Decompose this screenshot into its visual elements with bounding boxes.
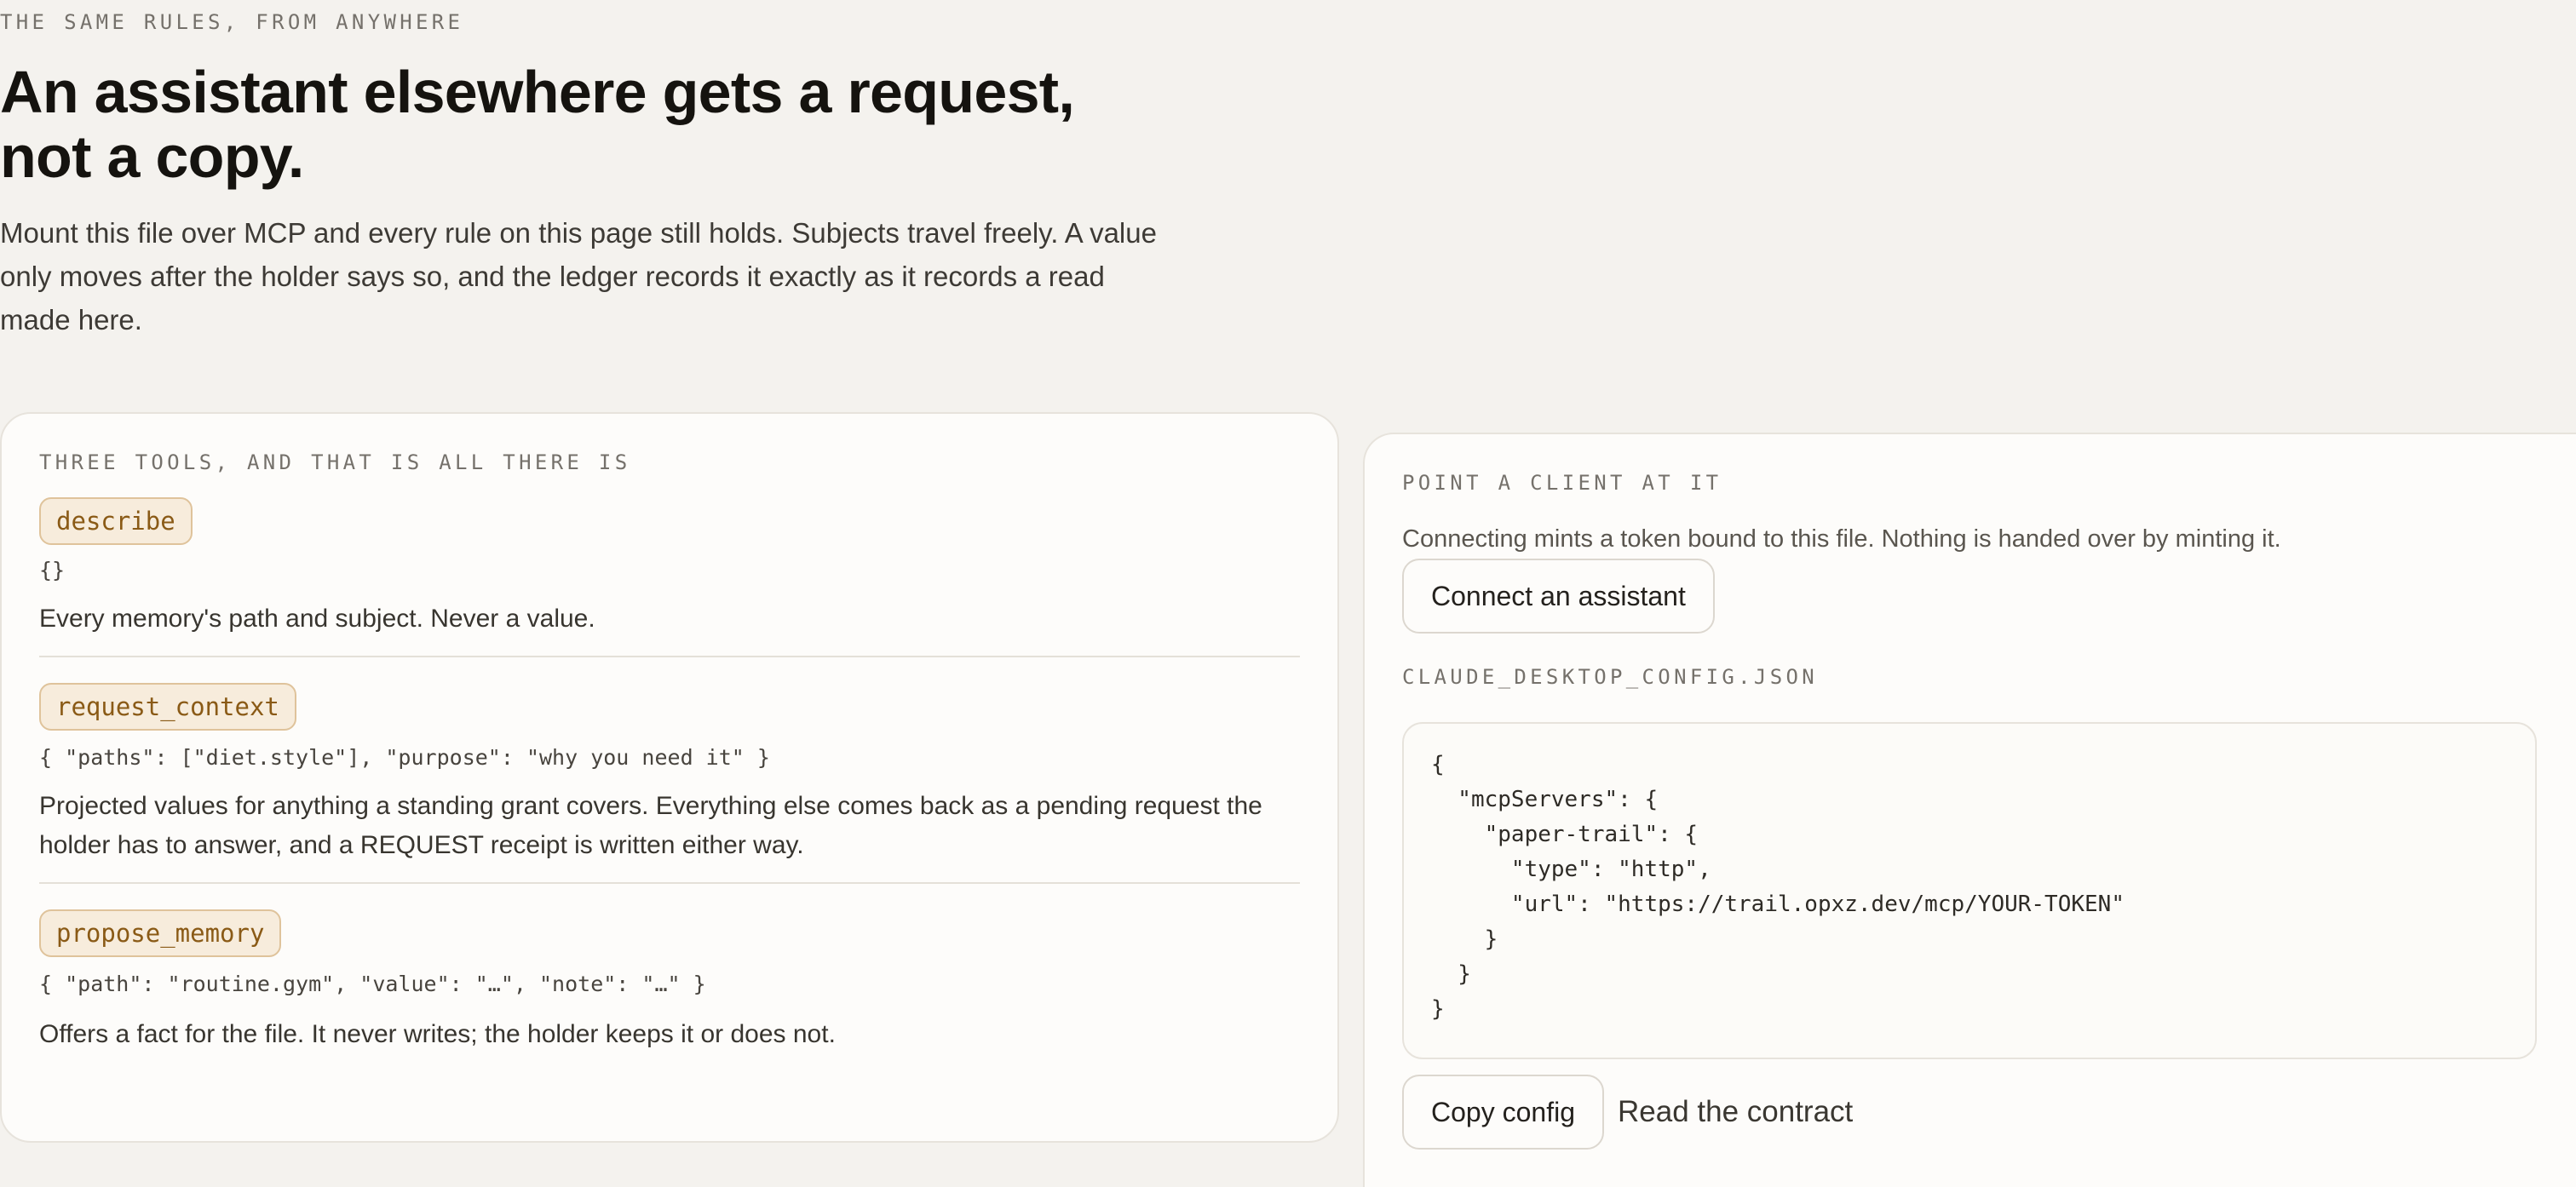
tool-request-context: request_context { "paths": ["diet.style"…: [39, 683, 1300, 865]
config-file-label: CLAUDE_DESKTOP_CONFIG.JSON: [1402, 665, 1818, 689]
read-contract-link[interactable]: Read the contract: [1618, 1095, 1853, 1129]
tool-name-badge: propose_memory: [39, 909, 282, 957]
tool-divider: [39, 882, 1300, 884]
tools-card-eyebrow: THREE TOOLS, AND THAT IS ALL THERE IS: [39, 450, 631, 474]
client-card-subtitle: Connecting mints a token bound to this f…: [1402, 525, 2281, 553]
tool-name-badge: describe: [39, 497, 193, 545]
client-card-actions: Copy config Read the contract: [1402, 1075, 1853, 1150]
tool-propose-memory: propose_memory { "path": "routine.gym", …: [39, 909, 1300, 1054]
tool-description: Offers a fact for the file. It never wri…: [39, 1020, 836, 1048]
tool-description: Projected values for anything a standing…: [39, 792, 1262, 859]
section-eyebrow: THE SAME RULES, FROM ANYWHERE: [0, 10, 464, 34]
tool-description: Every memory's path and subject. Never a…: [39, 605, 595, 633]
tools-card: THREE TOOLS, AND THAT IS ALL THERE IS de…: [0, 412, 1339, 1143]
config-code-block[interactable]: { "mcpServers": { "paper-trail": { "type…: [1402, 722, 2537, 1059]
connect-assistant-button[interactable]: Connect an assistant: [1402, 559, 1715, 634]
config-code[interactable]: { "mcpServers": { "paper-trail": { "type…: [1431, 748, 2508, 1027]
tool-divider: [39, 656, 1300, 657]
client-card: POINT A CLIENT AT IT Connecting mints a …: [1363, 433, 2576, 1187]
client-card-eyebrow: POINT A CLIENT AT IT: [1402, 471, 1722, 495]
copy-config-button[interactable]: Copy config: [1402, 1075, 1604, 1150]
tool-signature: { "paths": ["diet.style"], "purpose": "w…: [39, 745, 770, 770]
tool-describe: describe {} Every memory's path and subj…: [39, 497, 1300, 639]
page-title: An assistant elsewhere gets a request, n…: [0, 59, 1075, 190]
intro-paragraph: Mount this file over MCP and every rule …: [0, 217, 1157, 335]
tool-name-badge: request_context: [39, 683, 296, 731]
tool-signature: {}: [39, 558, 66, 582]
tool-signature: { "path": "routine.gym", "value": "…", "…: [39, 972, 706, 996]
